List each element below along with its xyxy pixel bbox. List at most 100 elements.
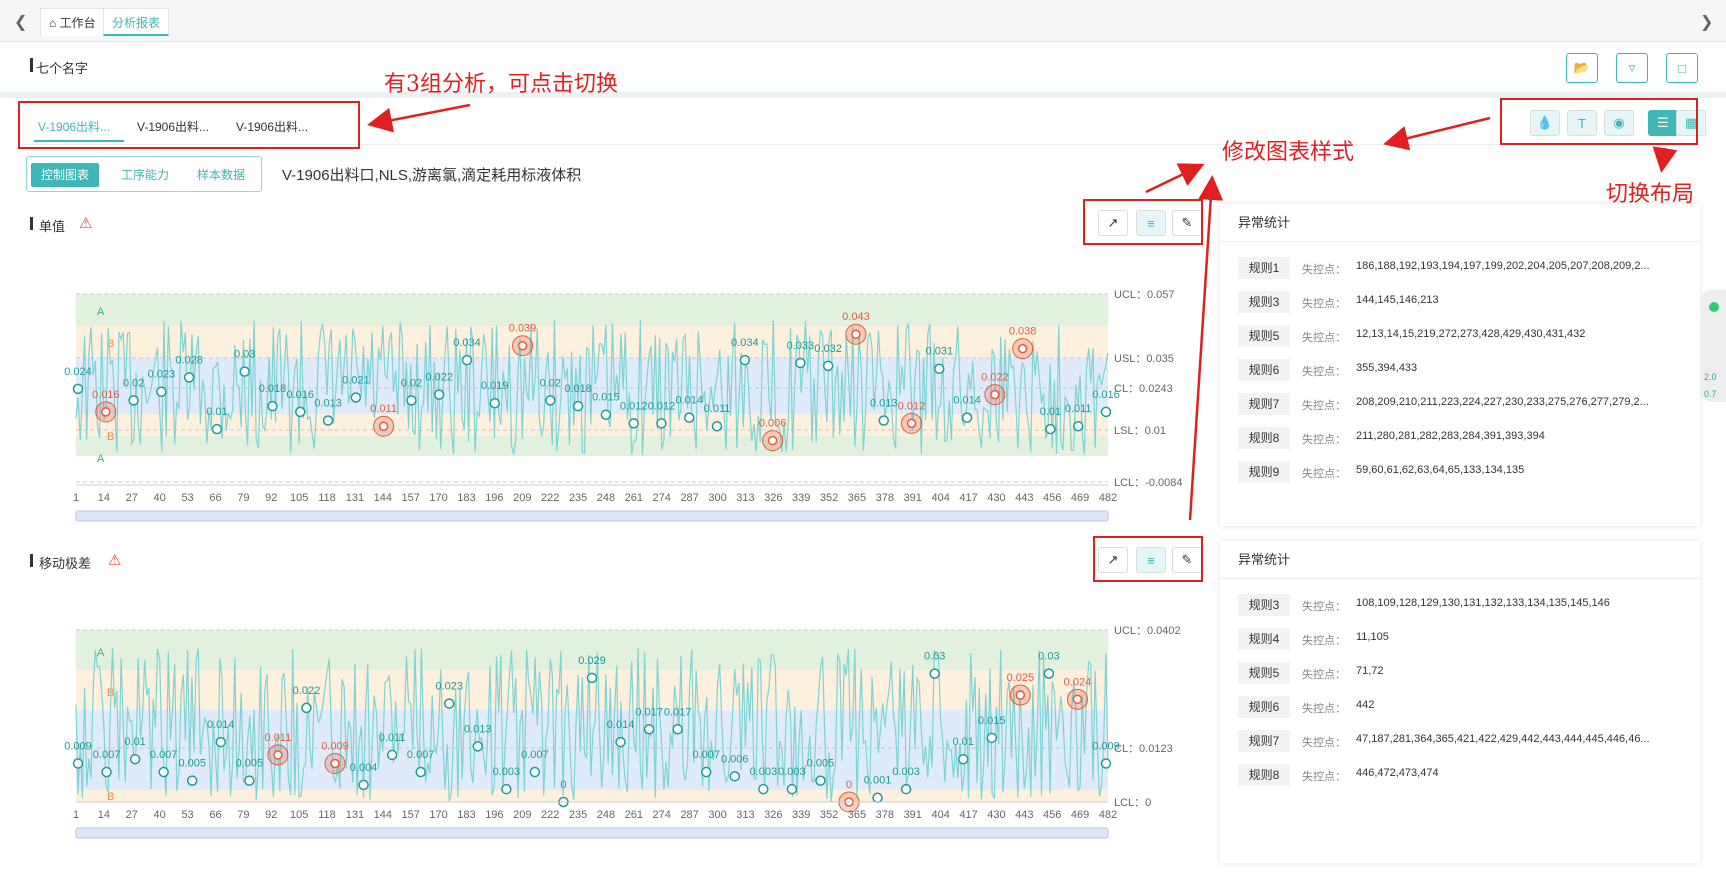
- rule-name[interactable]: 规则3: [1238, 291, 1290, 313]
- data-point[interactable]: [700, 766, 712, 778]
- rule-name[interactable]: 规则6: [1238, 359, 1290, 381]
- data-point[interactable]: [878, 415, 889, 426]
- data-point[interactable]: [929, 668, 940, 679]
- data-point[interactable]: [545, 395, 556, 406]
- network-speed-widget[interactable]: 2.0 0.7: [1700, 290, 1726, 402]
- data-point[interactable]: [683, 412, 695, 423]
- rule-name[interactable]: 规则7: [1238, 730, 1290, 752]
- alarm-point-core: [1015, 690, 1026, 700]
- data-point[interactable]: [628, 418, 639, 429]
- warning-icon[interactable]: ⚠: [79, 214, 92, 232]
- rule-name[interactable]: 规则8: [1238, 764, 1290, 786]
- open-folder-button[interactable]: 📂: [1566, 53, 1598, 83]
- data-point[interactable]: [957, 753, 969, 765]
- data-point[interactable]: [128, 395, 139, 406]
- data-point[interactable]: [244, 775, 255, 786]
- data-point[interactable]: [822, 360, 834, 372]
- save-button[interactable]: □: [1666, 53, 1698, 83]
- rule-name[interactable]: 规则4: [1238, 628, 1290, 650]
- data-point[interactable]: [443, 698, 455, 709]
- warning-icon[interactable]: ⚠: [108, 551, 121, 569]
- data-point[interactable]: [572, 400, 584, 412]
- data-point[interactable]: [1045, 423, 1056, 435]
- data-point[interactable]: [301, 702, 312, 714]
- data-label: 0.006: [721, 753, 749, 765]
- data-point[interactable]: [786, 783, 798, 795]
- data-point[interactable]: [101, 766, 112, 778]
- rule-name[interactable]: 规则3: [1238, 594, 1290, 616]
- rule-points: 12,13,14,15,219,272,273,428,429,430,431,…: [1356, 328, 1586, 340]
- data-point[interactable]: [211, 423, 223, 435]
- data-point[interactable]: [501, 783, 512, 795]
- data-point[interactable]: [156, 386, 167, 397]
- data-point[interactable]: [586, 672, 598, 684]
- data-point[interactable]: [295, 406, 306, 418]
- data-point[interactable]: [711, 420, 723, 432]
- data-point[interactable]: [672, 724, 683, 735]
- data-point[interactable]: [129, 753, 141, 765]
- data-point[interactable]: [472, 741, 484, 752]
- data-point[interactable]: [350, 392, 362, 403]
- rule-name[interactable]: 规则7: [1238, 393, 1290, 415]
- zoom-slider[interactable]: [75, 827, 1109, 839]
- data-point[interactable]: [739, 354, 751, 366]
- next-arrow-icon[interactable]: ❯: [1700, 12, 1713, 32]
- data-point[interactable]: [239, 366, 250, 377]
- data-point[interactable]: [415, 766, 426, 778]
- data-point[interactable]: [656, 418, 667, 429]
- filter-icon: ▿: [1628, 60, 1636, 75]
- data-point[interactable]: [1100, 406, 1112, 418]
- rule-name[interactable]: 规则8: [1238, 427, 1290, 449]
- prev-arrow-icon[interactable]: ❮: [14, 12, 27, 32]
- filter-button[interactable]: ▿: [1616, 53, 1648, 83]
- data-point[interactable]: [934, 363, 945, 374]
- data-point[interactable]: [358, 779, 369, 791]
- data-point[interactable]: [461, 354, 473, 366]
- data-point[interactable]: [900, 783, 912, 795]
- segment-capability[interactable]: 工序能力: [111, 163, 179, 187]
- rule-name[interactable]: 规则9: [1238, 461, 1290, 483]
- data-point[interactable]: [643, 724, 655, 735]
- data-point[interactable]: [72, 383, 84, 395]
- rule-row: 规则4 失控点： 11,105: [1220, 621, 1700, 655]
- moving-range-chart[interactable]: UCL：0.0402CL：0.0123LCL：0ABB0.0090.0070.0…: [0, 618, 1210, 873]
- data-point[interactable]: [267, 400, 278, 412]
- data-point[interactable]: [183, 372, 195, 383]
- data-point[interactable]: [158, 766, 169, 778]
- rule-name[interactable]: 规则5: [1238, 325, 1290, 347]
- data-point[interactable]: [729, 771, 741, 782]
- data-point[interactable]: [615, 736, 626, 748]
- data-point[interactable]: [433, 389, 445, 400]
- data-point[interactable]: [386, 749, 398, 761]
- rule-name[interactable]: 规则6: [1238, 696, 1290, 718]
- data-point[interactable]: [322, 415, 334, 426]
- tab-analysis-report[interactable]: 分析报表: [103, 8, 170, 36]
- data-point[interactable]: [1100, 758, 1112, 769]
- rule-name[interactable]: 规则5: [1238, 662, 1290, 684]
- data-point[interactable]: [961, 412, 973, 423]
- data-point[interactable]: [872, 792, 883, 803]
- data-point[interactable]: [600, 409, 612, 420]
- data-point[interactable]: [795, 357, 806, 369]
- data-point[interactable]: [1043, 668, 1055, 679]
- data-point[interactable]: [406, 395, 417, 406]
- data-point[interactable]: [186, 775, 198, 786]
- data-point[interactable]: [815, 775, 826, 786]
- tab-workbench[interactable]: ⌂ 工作台: [40, 8, 105, 36]
- data-point[interactable]: [529, 766, 541, 778]
- data-point[interactable]: [489, 397, 501, 409]
- rule-row: 规则3 失控点： 108,109,128,129,130,131,132,133…: [1220, 587, 1700, 621]
- segment-sample-data[interactable]: 样本数据: [187, 163, 255, 187]
- data-point[interactable]: [986, 732, 998, 744]
- zoom-slider[interactable]: [75, 510, 1109, 522]
- x-tick-label: 105: [290, 492, 308, 504]
- segment-control-chart[interactable]: 控制图表: [31, 163, 100, 187]
- data-point[interactable]: [1072, 420, 1084, 432]
- rule-name[interactable]: 规则1: [1238, 257, 1290, 279]
- data-point[interactable]: [72, 758, 84, 769]
- data-point[interactable]: [215, 736, 227, 748]
- data-point[interactable]: [758, 783, 769, 795]
- data-label: 0.011: [370, 403, 397, 415]
- data-label: 0.024: [64, 366, 92, 378]
- individual-control-chart[interactable]: UCL：0.057 USL：0.035 CL：0.0243 LSL：0.01 LCL：-…: [0, 280, 1210, 530]
